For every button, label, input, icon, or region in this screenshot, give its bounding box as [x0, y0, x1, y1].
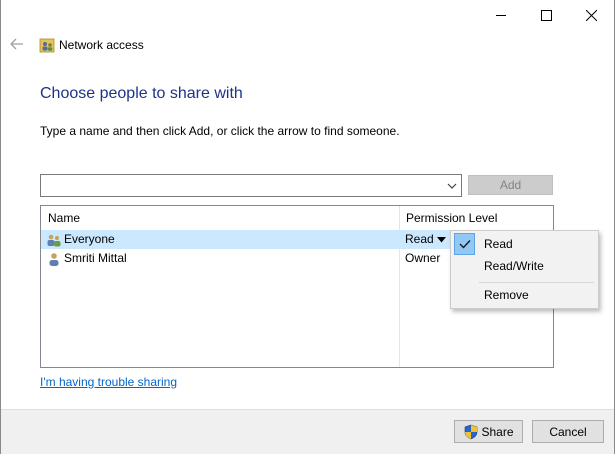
dialog-footer: Share Cancel — [1, 409, 614, 454]
caret-down-icon[interactable] — [437, 237, 446, 243]
page-heading: Choose people to share with — [40, 85, 243, 102]
permission-dropdown[interactable]: Read — [405, 232, 434, 246]
menu-item-remove[interactable]: Remove — [484, 288, 529, 302]
add-button[interactable]: Add — [468, 175, 553, 195]
close-icon — [585, 9, 597, 21]
name-combobox[interactable] — [40, 174, 462, 197]
list-row-name: Everyone — [64, 232, 115, 246]
cancel-button[interactable]: Cancel — [532, 420, 604, 443]
network-share-icon — [39, 37, 55, 53]
instructions-text: Type a name and then click Add, or click… — [40, 124, 400, 138]
column-header-name[interactable]: Name — [41, 206, 399, 230]
user-icon — [46, 251, 62, 267]
permission-menu: Read Read/Write Remove — [450, 230, 599, 309]
close-button[interactable] — [568, 0, 614, 30]
network-access-window: Network access Choose people to share wi… — [0, 0, 615, 454]
share-button[interactable]: Share — [454, 420, 523, 443]
menu-item-read-write[interactable]: Read/Write — [484, 259, 544, 273]
permission-level-text: Owner — [405, 251, 441, 265]
group-users-icon — [46, 232, 62, 248]
back-button[interactable] — [9, 36, 25, 52]
uac-shield-icon — [465, 424, 478, 439]
trouble-sharing-link[interactable]: I'm having trouble sharing — [40, 375, 177, 389]
minimize-button[interactable] — [478, 0, 524, 30]
menu-item-read[interactable]: Read — [484, 237, 513, 251]
maximize-icon — [540, 9, 552, 21]
list-row-name: Smriti Mittal — [64, 251, 127, 265]
menu-separator — [479, 282, 594, 283]
column-header-permission-level[interactable]: Permission Level — [399, 206, 553, 230]
share-button-label: Share — [481, 424, 514, 439]
minimize-icon — [495, 14, 506, 16]
maximize-button[interactable] — [523, 0, 569, 30]
window-title: Network access — [59, 38, 144, 52]
back-arrow-icon — [10, 38, 23, 50]
check-icon — [454, 233, 475, 255]
chevron-down-icon[interactable] — [447, 181, 457, 191]
